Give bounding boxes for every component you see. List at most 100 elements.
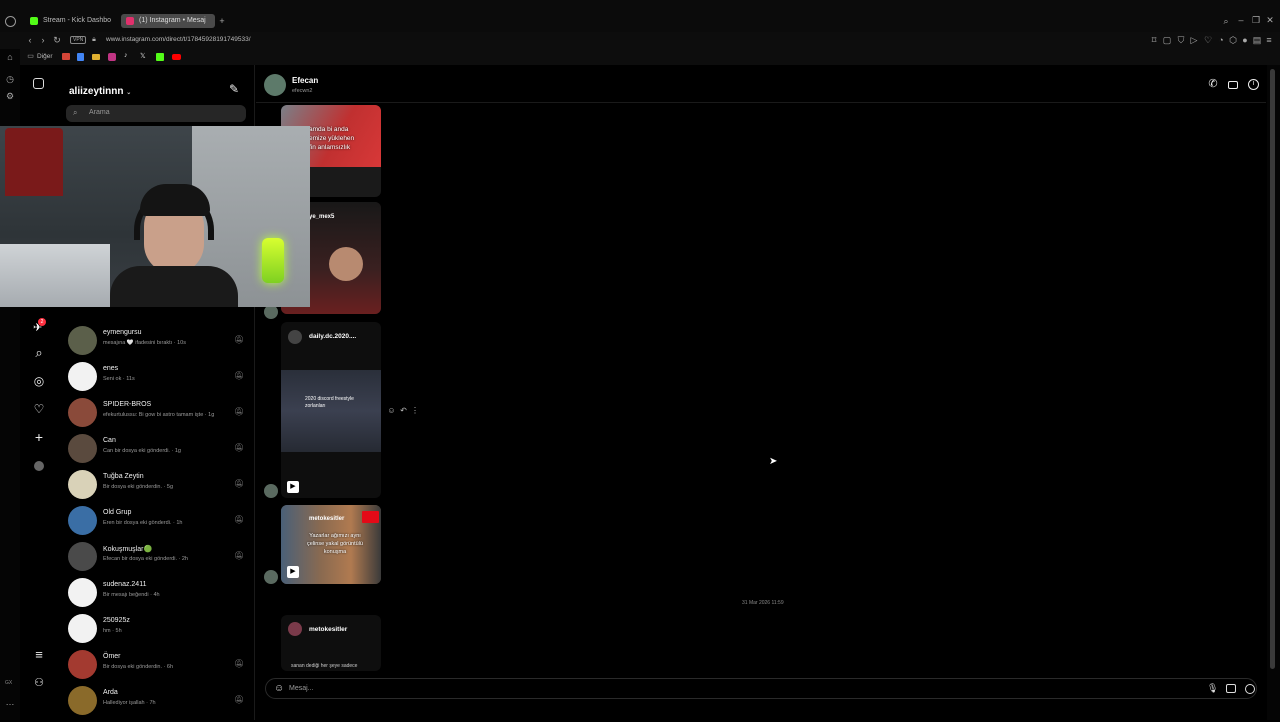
shared-reel-card[interactable]: daily.dc.2020.... 2020 discord freestyle…	[281, 322, 381, 498]
docs-bookmark-icon[interactable]	[77, 53, 84, 61]
menu-icon[interactable]: ≡	[1264, 35, 1274, 45]
play-icon[interactable]: ▷	[1189, 35, 1199, 45]
profile-icon[interactable]: ●	[1240, 35, 1250, 45]
adblock-icon[interactable]: ⛉	[1176, 35, 1186, 45]
sticker-icon[interactable]	[1245, 684, 1255, 694]
conversation-row[interactable]: eymengursu mesajına 🤍 ifadesini bıraktı ·…	[68, 326, 248, 362]
video-call-icon[interactable]	[1228, 81, 1238, 89]
message-input[interactable]: Mesaj...	[289, 685, 314, 692]
search-tabs-icon[interactable]: ⌕	[1221, 16, 1231, 26]
download-icon[interactable]: ◔	[1216, 35, 1226, 45]
contact-name[interactable]: Efecan	[292, 76, 318, 85]
bookmark-icon[interactable]: ⌑	[1149, 35, 1159, 45]
hanging-jersey	[5, 128, 63, 196]
message-composer[interactable]: ☺ Mesaj... 🎙︎	[265, 678, 1257, 699]
image-upload-icon[interactable]	[1226, 684, 1236, 693]
conversation-preview: Efecan bir dosya eki gönderdi. · 2h	[103, 556, 188, 562]
sender-avatar[interactable]	[264, 570, 278, 584]
muted-bell-icon: 🔕︎	[234, 659, 245, 668]
back-icon[interactable]: ‹	[25, 35, 35, 45]
conversation-row[interactable]: Tuğba Zeytin Bir dosya eki gönderdin. · 5…	[68, 470, 248, 506]
contact-avatar[interactable]	[264, 74, 286, 96]
react-emoji-icon[interactable]: ☺	[387, 406, 396, 416]
page-scrollbar[interactable]	[1267, 65, 1280, 720]
tab-instagram[interactable]: (1) Instagram • Mesaj	[121, 14, 215, 28]
sender-avatar[interactable]	[264, 484, 278, 498]
conversation-name: Kokuşmuşlar🟢	[103, 546, 153, 553]
conversation-info-icon[interactable]: i	[1248, 79, 1259, 90]
meta-apps-icon[interactable]: ⚇	[32, 678, 46, 689]
x-bookmark-icon[interactable]: 𝕏	[140, 52, 146, 60]
sidebar-home-icon[interactable]: ⌂	[5, 52, 15, 62]
search-nav-icon[interactable]: ⌕	[32, 346, 46, 359]
conversation-row[interactable]: Ömer Bir dosya eki gönderdin. · 6h 🔕︎	[68, 650, 248, 686]
chevron-down-icon: ⌄	[126, 90, 132, 96]
sidebar-history-icon[interactable]: ◷	[5, 74, 15, 84]
conversation-row[interactable]: SPIDER-BROS efekurtulussu: Bi gow bi astr…	[68, 398, 248, 434]
instagram-bookmark-icon[interactable]	[108, 53, 116, 61]
gmail-bookmark-icon[interactable]	[62, 53, 70, 60]
conversation-row[interactable]: Old Grup Eren bir dosya eki gönderdi. · 1…	[68, 506, 248, 542]
chat-header: Efecan efecwn2 ✆ i	[256, 65, 1266, 103]
conversation-row[interactable]: sudenaz.2411 Bir mesajı beğendi · 4h	[68, 578, 248, 614]
notifications-heart-icon[interactable]: ♡	[32, 403, 46, 415]
explore-nav-icon[interactable]: ◎	[32, 375, 46, 387]
shared-reel-card[interactable]: metokesitler sanan dediği her şeye sadec…	[281, 615, 381, 671]
notification-badge: 2	[38, 318, 46, 326]
reel-play-icon[interactable]: ▶	[287, 481, 299, 493]
muted-bell-icon: 🔕︎	[234, 371, 245, 380]
sender-avatar[interactable]	[264, 305, 278, 319]
messages-nav-icon[interactable]: ✈ 2	[33, 318, 46, 334]
voice-call-icon[interactable]: ✆	[1207, 79, 1219, 90]
search-input[interactable]: ⌕ Arama	[66, 105, 246, 122]
url-text[interactable]: www.instagram.com/direct/t/1784592819174…	[106, 36, 251, 43]
forward-icon[interactable]: ›	[38, 35, 48, 45]
more-options-icon[interactable]: ⋮	[411, 406, 419, 416]
conversation-avatar	[68, 362, 97, 391]
sidebar-more-icon[interactable]: …	[5, 697, 15, 707]
account-avatar	[288, 622, 302, 636]
scrollbar-thumb[interactable]	[1270, 69, 1275, 669]
create-plus-icon[interactable]: +	[32, 430, 46, 444]
muted-bell-icon: 🔕︎	[234, 479, 245, 488]
opera-menu-icon[interactable]	[5, 16, 16, 27]
heart-icon[interactable]: ♡	[1203, 35, 1213, 45]
voice-message-icon[interactable]: 🎙︎	[1207, 683, 1218, 694]
close-window-icon[interactable]: ✕	[1265, 15, 1275, 25]
new-tab-icon[interactable]: +	[217, 16, 227, 26]
conversation-row[interactable]: enes Seni ok · 11s 🔕︎	[68, 362, 248, 398]
tiktok-bookmark-icon[interactable]: ♪	[124, 52, 128, 59]
conversation-row[interactable]: Can Can bir dosya eki gönderdi. · 1g 🔕︎	[68, 434, 248, 470]
easy-setup-icon[interactable]: ▤	[1252, 35, 1262, 45]
tab-kick-dashboard[interactable]: Stream - Kick Dashbo	[25, 14, 117, 28]
bookmark-yellow-icon[interactable]	[92, 54, 100, 60]
search-placeholder: Arama	[89, 109, 110, 116]
muted-bell-icon: 🔕︎	[234, 695, 245, 704]
minimize-icon[interactable]: –	[1236, 15, 1246, 25]
more-menu-icon[interactable]: ≡	[32, 648, 46, 661]
instagram-logo-icon[interactable]	[33, 78, 44, 89]
youtube-bookmark-icon[interactable]	[172, 54, 181, 60]
shared-reel-card[interactable]: metokesitler Yazarlar ağımızı aynı çelin…	[281, 505, 381, 584]
reel-play-icon[interactable]: ▶	[287, 566, 299, 578]
reload-icon[interactable]: ↻	[52, 35, 62, 45]
extensions-icon[interactable]: ⬡	[1228, 35, 1238, 45]
conversation-row[interactable]: 250925z hm · 5h	[68, 614, 248, 650]
reply-icon[interactable]: ↶	[399, 406, 408, 416]
vpn-badge[interactable]: VPN	[70, 36, 87, 44]
conversation-name: SPIDER-BROS	[103, 401, 152, 408]
maximize-icon[interactable]: ❐	[1251, 15, 1261, 25]
conversation-row[interactable]: Arda Hallediyor işallah · 7h 🔕︎	[68, 686, 248, 722]
username-switcher[interactable]: aliizeytinnn ⌄	[69, 86, 131, 97]
mouse-cursor-icon: ➤	[769, 456, 778, 467]
profile-avatar[interactable]	[34, 461, 44, 471]
microphone-led	[262, 238, 284, 283]
screenshot-icon[interactable]: ▢	[1162, 35, 1172, 45]
bookmark-folder-label[interactable]: Diğer	[37, 53, 53, 60]
new-message-icon[interactable]: ✎	[227, 83, 241, 95]
kick-bookmark-icon[interactable]	[156, 53, 164, 61]
conversation-row[interactable]: Kokuşmuşlar🟢 Efecan bir dosya eki gönderd…	[68, 542, 248, 578]
sidebar-settings-icon[interactable]: ⚙	[5, 91, 15, 101]
emoji-picker-icon[interactable]: ☺	[274, 683, 284, 694]
conversation-preview: Bir dosya eki gönderdin. · 5g	[103, 484, 174, 490]
